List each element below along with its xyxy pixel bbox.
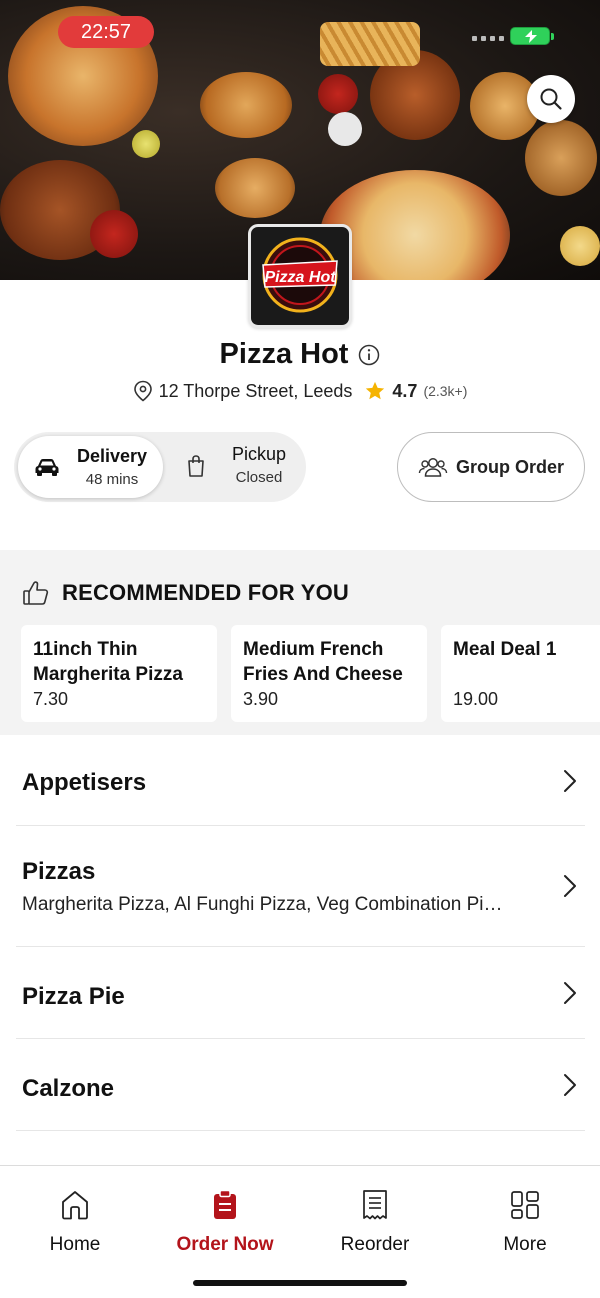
pickup-label: Pickup bbox=[231, 444, 287, 464]
chevron-right-icon bbox=[564, 982, 576, 1004]
category-calzone[interactable]: Calzone bbox=[16, 1039, 585, 1131]
order-icon bbox=[214, 1189, 236, 1219]
search-button[interactable] bbox=[527, 75, 575, 123]
nav-reorder[interactable]: Reorder bbox=[300, 1188, 450, 1256]
nav-label: Order Now bbox=[176, 1234, 274, 1255]
thumbs-up-icon bbox=[23, 581, 49, 605]
category-name: Pizza Pie bbox=[22, 983, 125, 1010]
status-time: 22:57 bbox=[58, 16, 154, 48]
battery-icon bbox=[510, 27, 554, 45]
logo-text: Pizza Hot bbox=[264, 269, 336, 286]
category-pizza-pie[interactable]: Pizza Pie bbox=[16, 947, 585, 1039]
recommended-heading: RECOMMENDED FOR YOU bbox=[22, 580, 349, 606]
category-name: Calzone bbox=[22, 1075, 115, 1102]
delivery-label: Delivery bbox=[76, 446, 148, 466]
grid-icon bbox=[511, 1191, 539, 1219]
group-order-label: Group Order bbox=[455, 456, 564, 477]
category-description: Margherita Pizza, Al Funghi Pizza, Veg C… bbox=[22, 894, 503, 915]
chevron-right-icon bbox=[564, 1074, 576, 1096]
location-pin-icon bbox=[133, 380, 152, 402]
order-mode-toggle: Delivery 48 mins Pickup Closed bbox=[14, 432, 306, 502]
home-indicator[interactable] bbox=[193, 1280, 407, 1286]
car-icon bbox=[35, 459, 59, 476]
shopping-bag-icon bbox=[188, 455, 204, 477]
category-name: Pizzas bbox=[22, 858, 96, 885]
restaurant-title-row: Pizza Hot bbox=[0, 338, 600, 371]
category-pizzas[interactable]: Pizzas Margherita Pizza, Al Funghi Pizza… bbox=[16, 826, 585, 947]
signal-icon bbox=[472, 36, 504, 41]
recommended-item[interactable]: 11inch Thin Margherita Pizza 7.30 bbox=[21, 625, 217, 722]
recommended-item-price: 3.90 bbox=[243, 689, 279, 709]
recommended-item-name: Medium French Fries And Cheese bbox=[243, 639, 403, 685]
rating-value: 4.7 bbox=[392, 380, 418, 401]
restaurant-logo: Pizza Hot bbox=[248, 224, 352, 328]
nav-more[interactable]: More bbox=[450, 1188, 600, 1256]
nav-label: More bbox=[503, 1234, 547, 1255]
rating-count: (2.3k+) bbox=[423, 383, 468, 399]
pickup-option[interactable]: Pickup Closed bbox=[164, 436, 302, 498]
recommended-item[interactable]: Meal Deal 1 19.00 bbox=[441, 625, 600, 722]
address-text: 12 Thorpe Street, Leeds bbox=[158, 380, 353, 401]
nav-label: Reorder bbox=[340, 1234, 410, 1255]
chevron-right-icon bbox=[564, 770, 576, 792]
group-icon bbox=[418, 458, 448, 477]
bottom-nav: Home Order Now Reorder More bbox=[0, 1165, 600, 1298]
restaurant-name: Pizza Hot bbox=[219, 338, 349, 370]
recommended-item-price: 7.30 bbox=[33, 689, 69, 709]
nav-order-now[interactable]: Order Now bbox=[150, 1188, 300, 1256]
nav-label: Home bbox=[49, 1234, 101, 1255]
chevron-right-icon bbox=[564, 875, 576, 897]
category-name: Appetisers bbox=[22, 769, 147, 796]
address-row: 12 Thorpe Street, Leeds 4.7 (2.3k+) bbox=[0, 380, 600, 402]
recommended-item-name: 11inch Thin Margherita Pizza bbox=[33, 639, 183, 685]
search-icon bbox=[540, 88, 562, 110]
recommended-title: RECOMMENDED FOR YOU bbox=[62, 580, 349, 605]
nav-home[interactable]: Home bbox=[0, 1188, 150, 1256]
group-order-button[interactable]: Group Order bbox=[397, 432, 585, 502]
star-icon bbox=[366, 381, 385, 400]
pickup-status: Closed bbox=[235, 469, 283, 486]
recommended-item[interactable]: Medium French Fries And Cheese 3.90 bbox=[231, 625, 427, 722]
receipt-icon bbox=[363, 1190, 387, 1220]
recommended-item-name: Meal Deal 1 bbox=[453, 639, 557, 660]
info-icon[interactable] bbox=[358, 344, 380, 366]
delivery-option[interactable]: Delivery 48 mins bbox=[18, 436, 163, 498]
home-icon bbox=[62, 1191, 88, 1220]
delivery-time: 48 mins bbox=[85, 471, 139, 488]
category-appetisers[interactable]: Appetisers bbox=[16, 735, 585, 826]
recommended-section: RECOMMENDED FOR YOU 11inch Thin Margheri… bbox=[0, 550, 600, 735]
recommended-item-price: 19.00 bbox=[453, 689, 499, 709]
